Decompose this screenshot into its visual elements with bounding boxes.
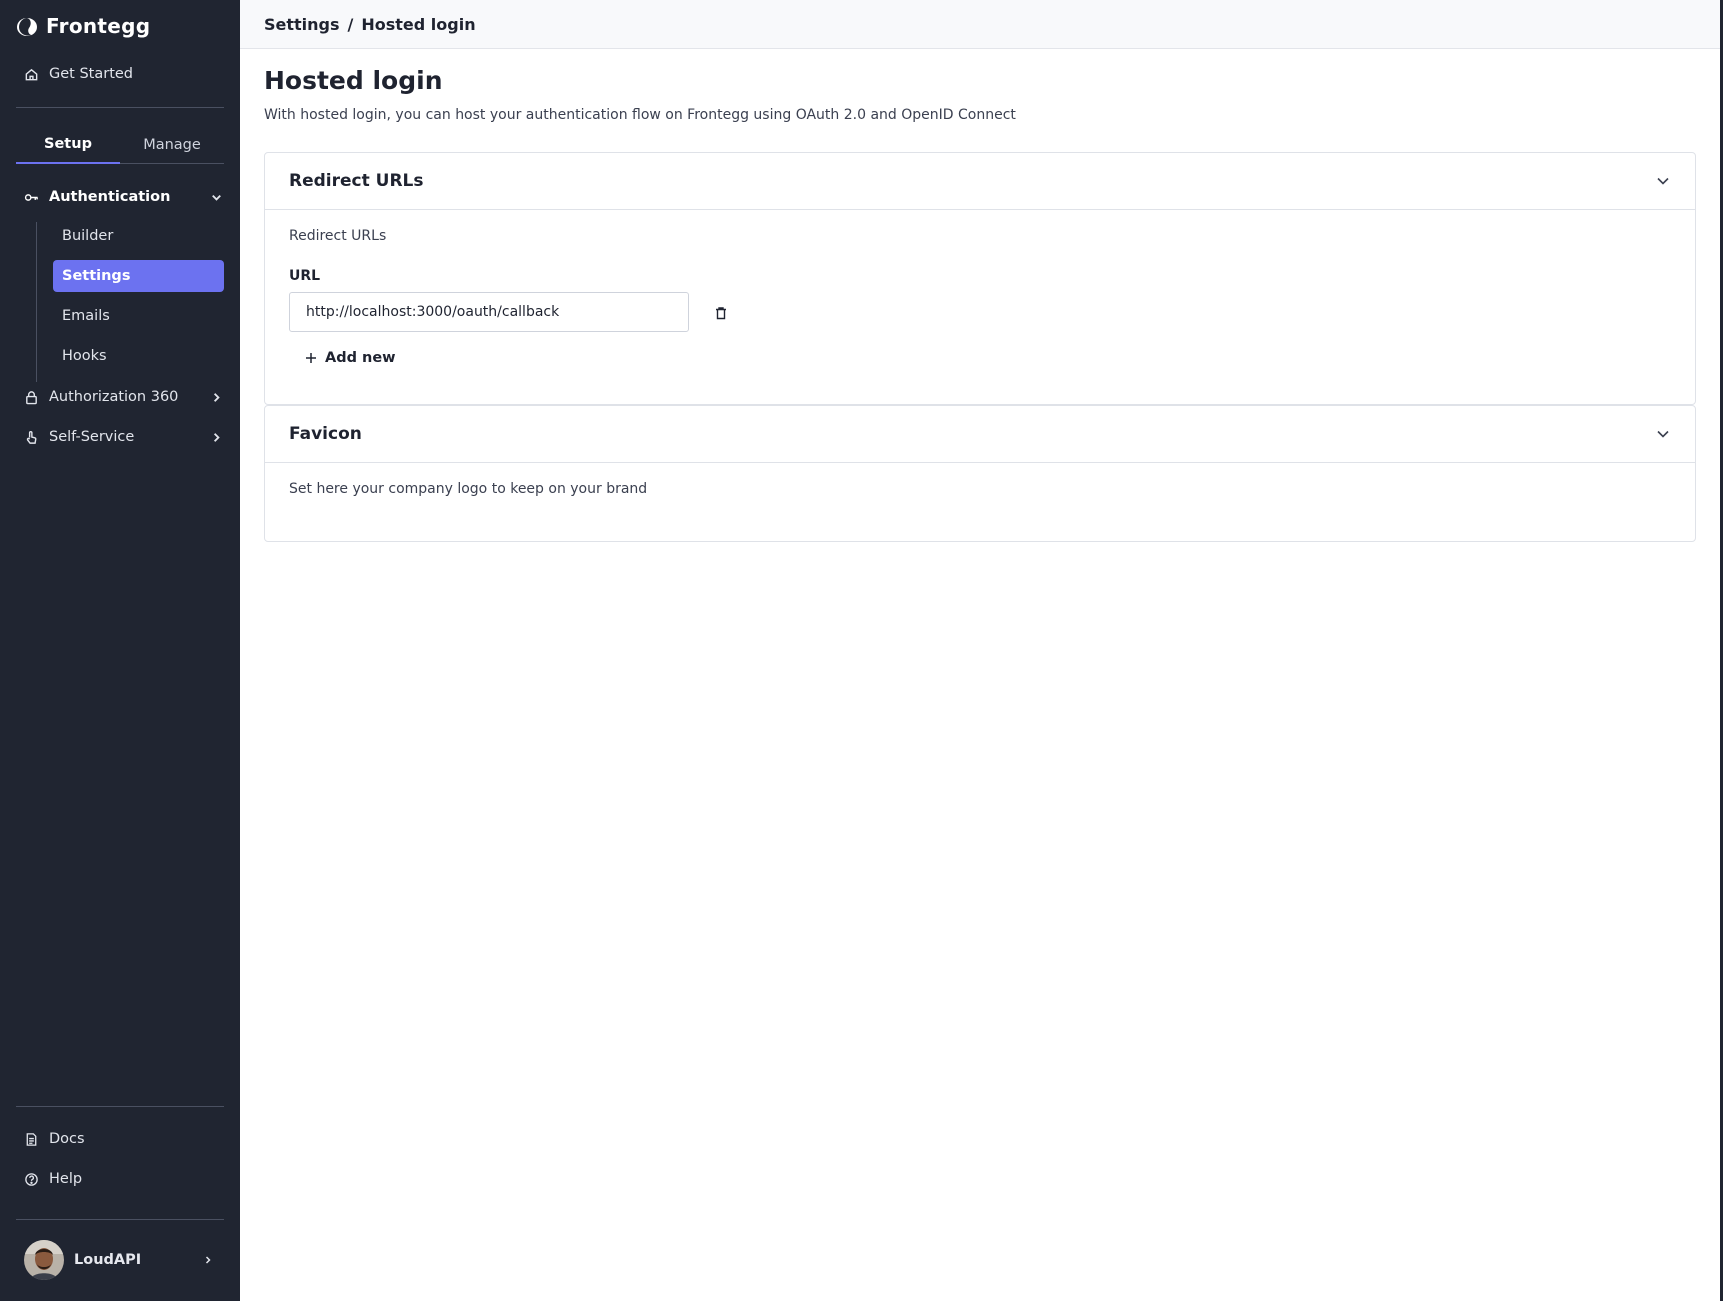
sidebar-item-self-service[interactable]: Self-Service [24,425,224,449]
add-new-button[interactable]: Add new [305,346,396,370]
plus-icon [306,353,316,363]
chevron-right-icon [213,392,220,402]
sidebar-divider [16,107,224,108]
document-icon [26,1132,37,1146]
breadcrumb: Settings / Hosted login [240,0,1723,49]
sidebar-item-docs[interactable]: Docs [24,1127,85,1151]
redirect-urls-card: Redirect URLs Redirect URLs URL Add new [264,152,1696,405]
sidebar-item-authentication[interactable]: Authentication [24,185,224,209]
sidebar-item-label: Help [49,1171,83,1187]
trash-icon[interactable] [714,306,728,320]
sidebar-item-label: Authorization 360 [49,389,179,405]
sidebar-divider [16,1219,224,1220]
sidebar-item-emails[interactable]: Emails [53,300,224,332]
sidebar-item-label: Docs [49,1131,85,1147]
chevron-down-icon[interactable] [1655,426,1671,442]
chevron-down-icon[interactable] [1655,173,1671,189]
redirect-urls-header[interactable]: Redirect URLs [265,153,1695,210]
redirect-url-input[interactable] [289,292,689,332]
key-icon [24,193,38,201]
sidebar: Frontegg Get Started Setup Manage Authen… [0,0,240,1301]
brand-name: Frontegg [46,14,151,38]
chevron-down-icon [212,194,221,201]
favicon-description: Set here your company logo to keep on yo… [289,481,648,497]
sidebar-item-get-started[interactable]: Get Started [24,62,133,86]
sidebar-item-label: Self-Service [49,429,135,445]
section-label: Redirect URLs [289,228,387,244]
user-menu[interactable]: LoudAPI [24,1240,214,1280]
sidebar-item-settings[interactable]: Settings [53,260,224,292]
page-subtitle: With hosted login, you can host your aut… [264,107,1016,123]
pointer-hand-icon [26,430,37,444]
home-icon [25,68,38,80]
brand[interactable]: Frontegg [16,14,150,38]
breadcrumb-separator: / [347,14,354,34]
chevron-right-icon [213,432,220,442]
sidebar-item-hooks[interactable]: Hooks [53,340,224,372]
card-title: Favicon [289,424,362,444]
tab-setup[interactable]: Setup [16,126,120,164]
sidebar-item-label: Get Started [49,66,133,82]
sidebar-item-builder[interactable]: Builder [53,220,224,252]
tab-manage[interactable]: Manage [120,126,224,164]
sidebar-item-help[interactable]: Help [24,1167,82,1191]
favicon-card: Favicon Set here your company logo to ke… [264,405,1696,542]
breadcrumb-settings[interactable]: Settings [264,15,340,34]
card-title: Redirect URLs [289,171,424,191]
page-title: Hosted login [264,66,443,95]
user-name: LoudAPI [74,1252,142,1268]
add-new-label: Add new [325,350,396,366]
sidebar-divider [16,1106,224,1107]
url-field-label: URL [289,268,321,284]
lock-icon [26,390,37,404]
breadcrumb-current: Hosted login [361,14,476,34]
help-circle-icon [25,1172,38,1186]
chevron-right-icon [205,1256,211,1264]
frontegg-logo-icon [17,18,37,36]
avatar [24,1240,64,1280]
sidebar-item-authorization-360[interactable]: Authorization 360 [24,385,224,409]
sidebar-tabs: Setup Manage [16,126,224,164]
sidebar-item-label: Authentication [49,189,171,205]
favicon-header[interactable]: Favicon [265,406,1695,463]
tree-line [36,222,37,382]
